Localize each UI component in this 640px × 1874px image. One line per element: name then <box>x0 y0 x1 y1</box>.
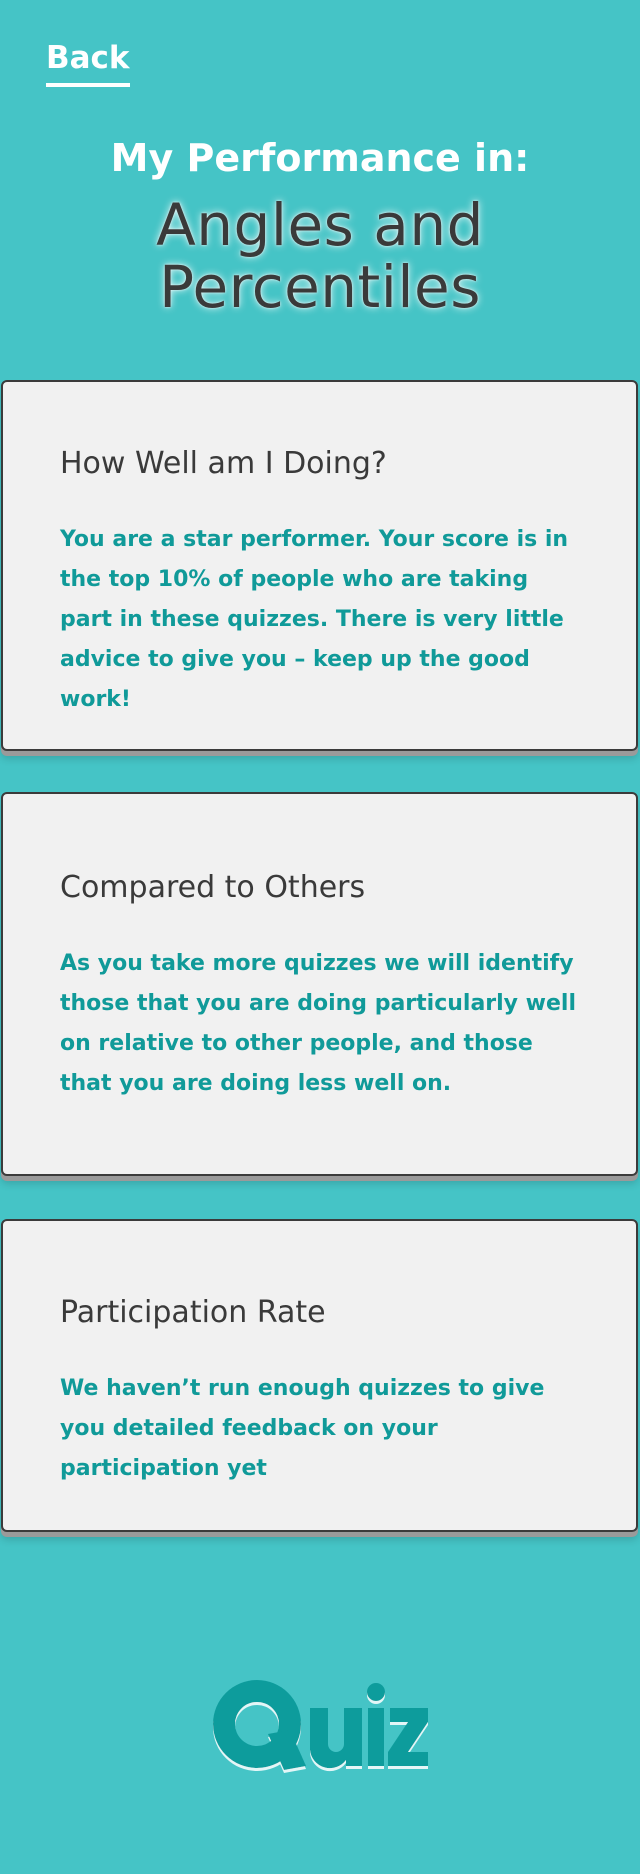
card-title: How Well am I Doing? <box>60 446 387 481</box>
quiz-title: Angles and Percentiles <box>0 195 640 318</box>
performance-label: My Performance in: <box>110 136 530 180</box>
card-body: As you take more quizzes we will identif… <box>60 951 577 1096</box>
back-link[interactable]: Back <box>46 40 130 88</box>
card-compared-to-others: Compared to Others As you take more quiz… <box>1 792 638 1176</box>
quiz-logo <box>213 1680 428 1770</box>
quiz-title-text: Angles and Percentiles <box>156 191 484 321</box>
logo-mark <box>213 1680 428 1770</box>
card-how-well: How Well am I Doing? You are a star perf… <box>1 380 638 751</box>
page-header: My Performance in: Angles and Percentile… <box>0 134 640 318</box>
card-participation-rate: Participation Rate We haven’t run enough… <box>1 1219 638 1532</box>
card-title: Participation Rate <box>60 1295 326 1330</box>
card-body: We haven’t run enough quizzes to give yo… <box>60 1376 545 1481</box>
card-body: You are a star performer. Your score is … <box>60 527 569 712</box>
card-title: Compared to Others <box>60 870 366 905</box>
